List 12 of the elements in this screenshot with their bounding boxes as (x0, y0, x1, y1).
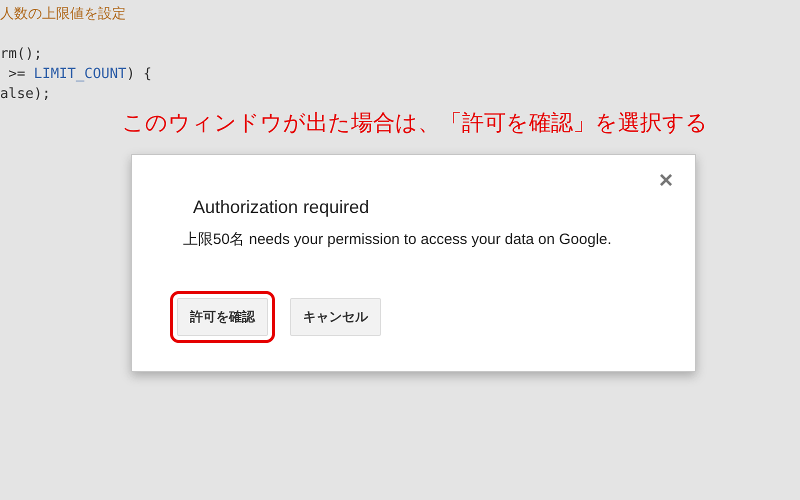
code-text: rm(); (0, 46, 42, 62)
dialog-title: Authorization required (193, 197, 370, 218)
dialog-message: 上限50名 needs your permission to access your data on Google. (183, 230, 613, 249)
code-text: ) { (126, 66, 152, 82)
close-button[interactable]: × (658, 169, 673, 193)
code-text: >= (7, 66, 26, 82)
code-text: LIMIT_COUNT (34, 66, 126, 82)
dialog-button[interactable]: 許可を確認 (177, 298, 268, 336)
annotation-text: このウィンドウが出た場合は、「許可を確認」を選択する (122, 110, 708, 138)
code-text: 人数の上限値を設定 (0, 6, 126, 22)
code-text: alse); (0, 86, 51, 102)
dialog-button[interactable]: キャンセル (290, 298, 381, 336)
